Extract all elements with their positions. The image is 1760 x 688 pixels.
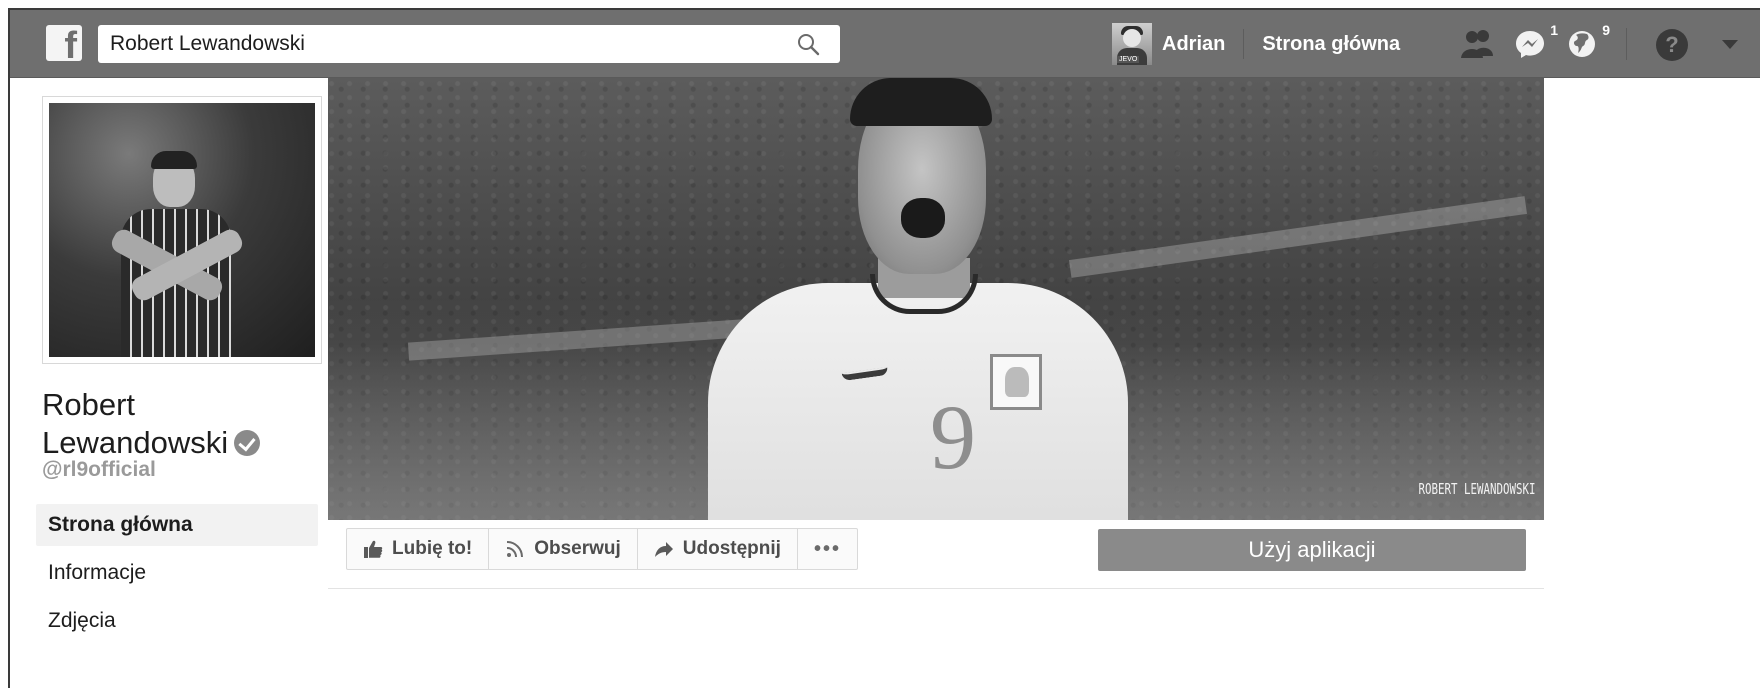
profile-photo bbox=[49, 103, 315, 357]
player-shirt bbox=[708, 283, 1128, 520]
nav-user-section: JEVO Adrian Strona główna bbox=[1112, 22, 1400, 66]
search-icon[interactable] bbox=[796, 32, 820, 56]
page-title-line2: Lewandowski bbox=[42, 425, 229, 460]
messenger-icon bbox=[1516, 31, 1544, 58]
nav-separator bbox=[1243, 29, 1245, 59]
sidebar-item-about[interactable]: Informacje bbox=[36, 552, 318, 594]
like-label: Lubię to! bbox=[392, 538, 473, 559]
search-input[interactable] bbox=[110, 31, 790, 57]
like-button[interactable]: Lubię to! bbox=[347, 529, 490, 569]
verified-badge-icon bbox=[234, 430, 261, 456]
nav-divider bbox=[1626, 28, 1627, 60]
share-arrow-icon bbox=[654, 542, 673, 557]
cover-caption: ROBERT LEWANDOWSKI bbox=[1418, 480, 1536, 498]
logo-letter: f bbox=[64, 25, 77, 67]
notifications-badge: 9 bbox=[1602, 22, 1610, 38]
page-title[interactable]: Robert Lewandowski bbox=[42, 386, 322, 462]
share-label: Udostępnij bbox=[682, 538, 781, 559]
page-action-bar: Lubię to! Obserwuj Udostępnij ••• bbox=[346, 528, 858, 570]
facebook-logo-icon[interactable]: f bbox=[46, 25, 82, 65]
sidebar-item-home[interactable]: Strona główna bbox=[36, 504, 318, 546]
share-button[interactable]: Udostępnij bbox=[638, 529, 798, 569]
messages-badge: 1 bbox=[1550, 22, 1558, 38]
shirt-number: 9 bbox=[930, 386, 976, 488]
caret-down-icon[interactable] bbox=[1722, 40, 1738, 49]
profile-picture[interactable] bbox=[42, 96, 322, 364]
help-icon[interactable]: ? bbox=[1656, 29, 1688, 61]
nav-user-name[interactable]: Adrian bbox=[1162, 33, 1225, 56]
more-dots-icon: ••• bbox=[813, 537, 841, 560]
cover-photo[interactable]: 9 ROBERT LEWANDOWSKI bbox=[328, 78, 1544, 520]
follow-button[interactable]: Obserwuj bbox=[489, 529, 638, 569]
shirt-crest-icon bbox=[990, 354, 1042, 410]
messages-button[interactable]: 1 bbox=[1514, 22, 1558, 62]
browser-viewport: f JEVO Adrian Strona główna bbox=[8, 8, 1760, 688]
avatar-tag: JEVO bbox=[1117, 56, 1140, 63]
search-box[interactable] bbox=[98, 25, 840, 63]
top-navigation-bar: f JEVO Adrian Strona główna bbox=[10, 10, 1760, 78]
photo-figure-hair bbox=[151, 151, 197, 169]
cover-player-figure: 9 bbox=[698, 78, 1138, 520]
nav-home-link[interactable]: Strona główna bbox=[1262, 33, 1400, 56]
player-hair bbox=[850, 78, 992, 126]
follow-label: Obserwuj bbox=[534, 538, 621, 559]
sidebar-item-photos[interactable]: Zdjęcia bbox=[36, 600, 318, 642]
thumbs-up-icon bbox=[364, 540, 383, 558]
avatar-head bbox=[1123, 29, 1141, 47]
notifications-button[interactable]: 9 bbox=[1566, 22, 1610, 62]
globe-icon bbox=[1569, 31, 1595, 57]
content-divider bbox=[328, 588, 1544, 589]
more-options-button[interactable]: ••• bbox=[798, 529, 857, 569]
use-app-button[interactable]: Użyj aplikacji bbox=[1098, 529, 1526, 571]
rss-icon bbox=[507, 541, 524, 558]
friend-requests-icon bbox=[1461, 30, 1493, 58]
page-title-line1: Robert bbox=[42, 387, 136, 422]
friend-requests-button[interactable] bbox=[1460, 28, 1494, 62]
page-handle[interactable]: @rl9official bbox=[42, 458, 156, 482]
player-mouth bbox=[901, 198, 945, 238]
user-avatar[interactable]: JEVO bbox=[1112, 23, 1152, 65]
